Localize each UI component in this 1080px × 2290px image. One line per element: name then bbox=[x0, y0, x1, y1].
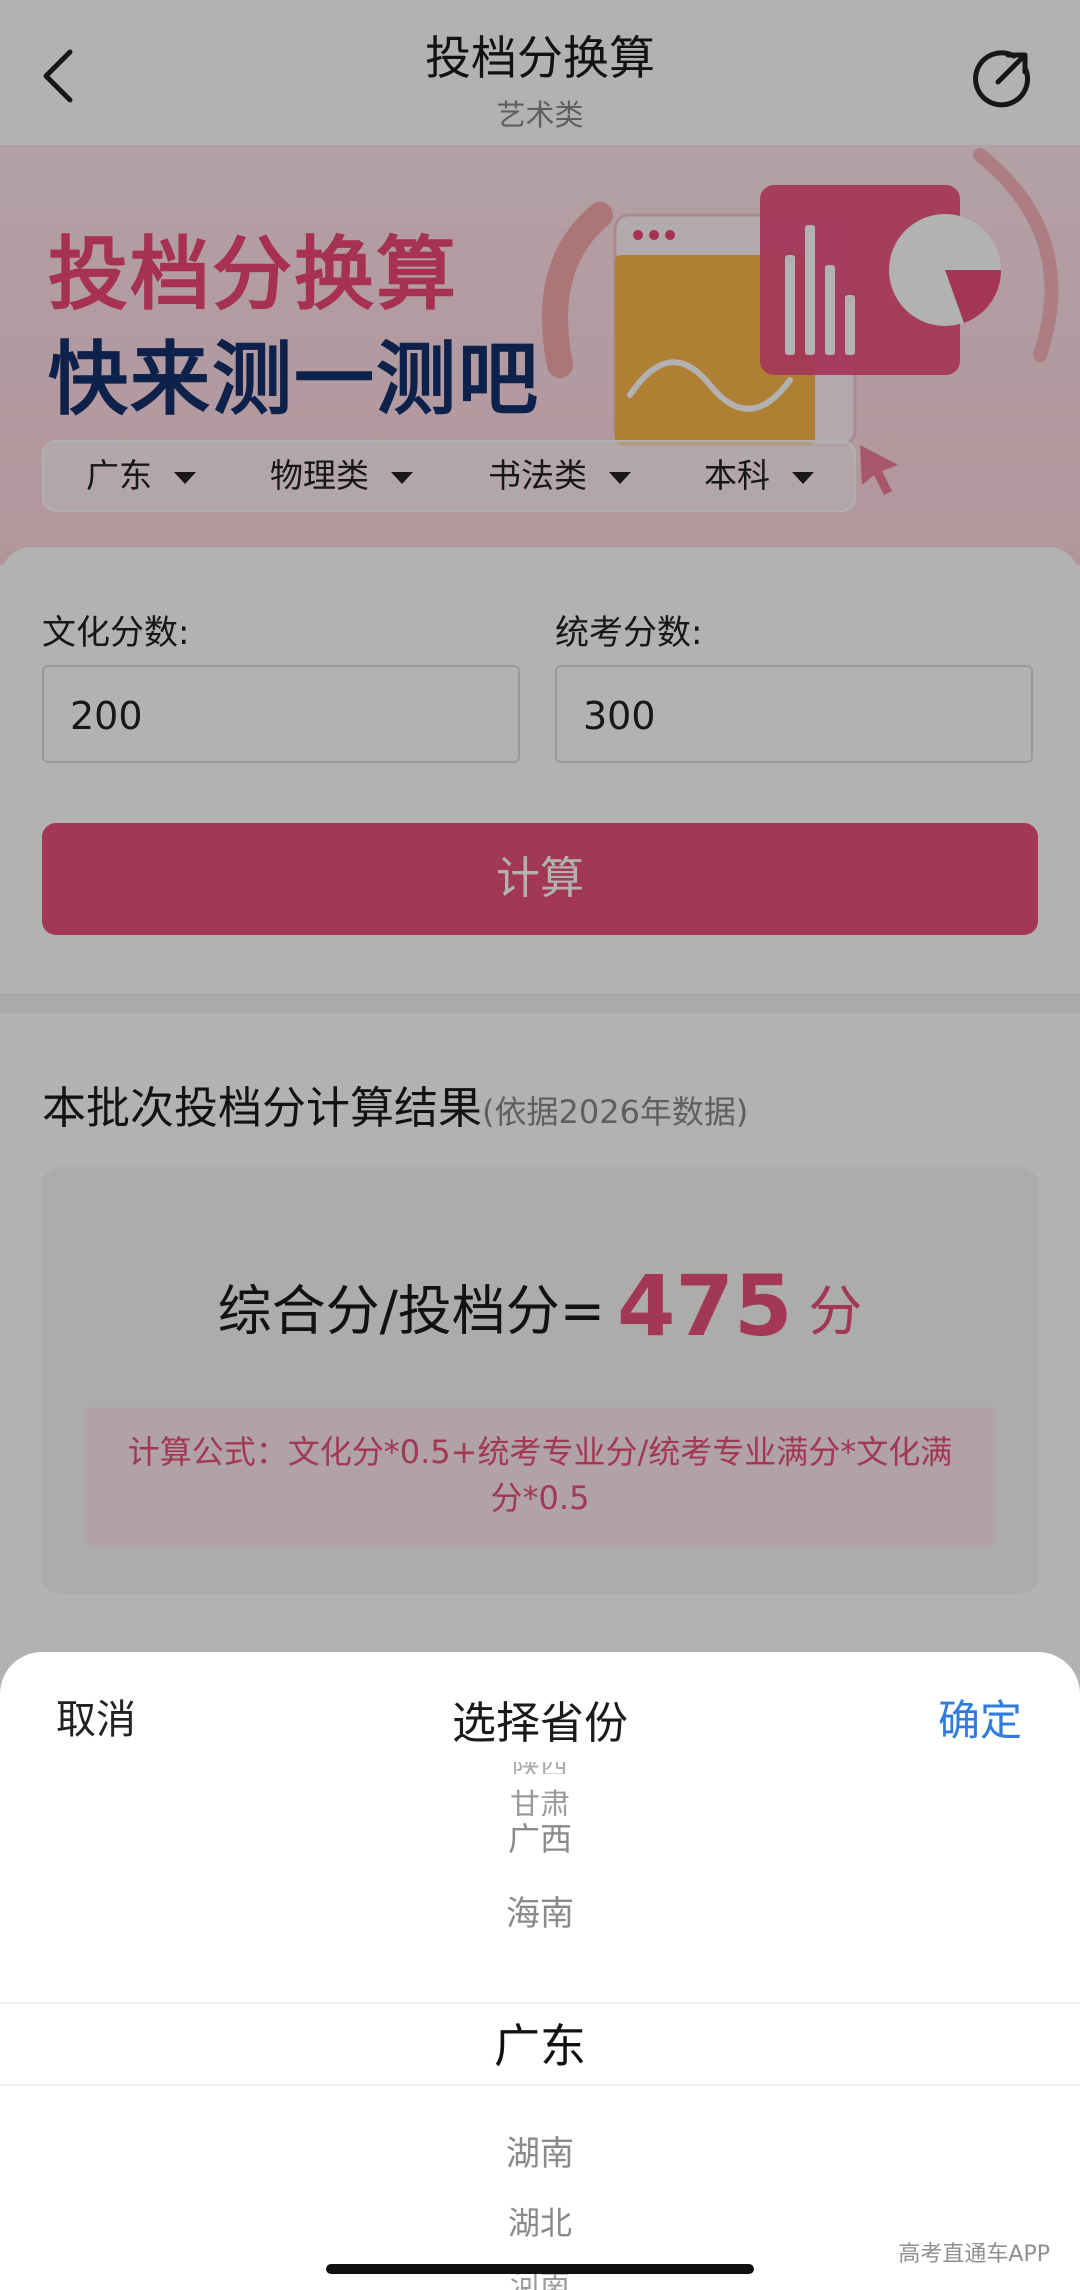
confirm-button[interactable]: 确定 bbox=[938, 1687, 1022, 1748]
picker-title: 选择省份 bbox=[452, 1698, 628, 1749]
picker-option[interactable]: 山东 bbox=[0, 2280, 1080, 2290]
picker-option-selected[interactable]: 广东 bbox=[0, 2010, 1080, 2076]
picker-option[interactable]: 广西 bbox=[0, 1814, 1080, 1860]
page: 投档分换算 艺术类 投档分换算 快来测一测吧 广东 物理类 书法类 本科 文化分… bbox=[0, 0, 1080, 2290]
cancel-button[interactable]: 取消 bbox=[56, 1687, 136, 1745]
watermark: 高考直通车APP bbox=[898, 2242, 1050, 2267]
picker-option[interactable]: 海南 bbox=[0, 1886, 1080, 1935]
picker-option[interactable]: 甘肃 bbox=[0, 1780, 1080, 1816]
picker-option[interactable]: 湖南 bbox=[0, 2126, 1080, 2175]
province-picker-wheel[interactable]: 陕西 甘肃 广西 海南 广东 湖南 湖北 河南 山东 bbox=[0, 1762, 1080, 2290]
picker-option[interactable]: 陕西 bbox=[0, 1762, 1080, 1774]
home-indicator[interactable] bbox=[326, 2264, 754, 2274]
province-picker-sheet: 取消 选择省份 确定 陕西 甘肃 广西 海南 广东 湖南 湖北 河南 山东 bbox=[0, 1652, 1080, 2290]
